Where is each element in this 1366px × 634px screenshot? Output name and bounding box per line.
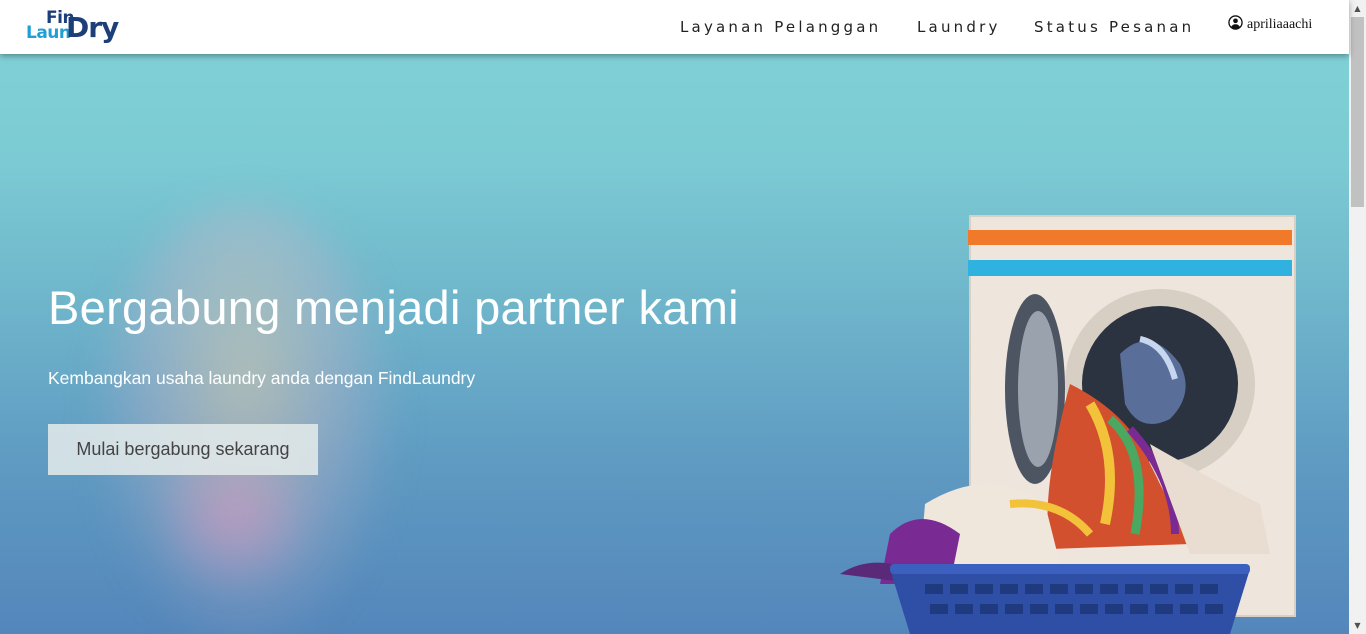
hero-section: Bergabung menjadi partner kami Kembangka… [0,54,1349,634]
username-label: apriliaaachi [1247,17,1313,32]
nav-link-layanan-pelanggan[interactable]: Layanan Pelanggan [680,18,881,38]
hero-title: Bergabung menjadi partner kami [48,281,739,334]
logo-text-dry: Dry [66,11,119,44]
laundry-basket-rim [890,564,1250,574]
nav-link-laundry[interactable]: Laundry [917,18,1001,38]
washing-machine-illustration [840,215,1296,634]
laundry-basket [890,569,1250,634]
nav-link-status-pesanan[interactable]: Status Pesanan [1034,18,1194,38]
findlaundry-logo[interactable]: Fin Laun Dry [26,8,146,46]
orange-stripe [968,230,1292,245]
scrollbar-thumb[interactable] [1351,17,1364,207]
scroll-down-arrow-icon[interactable]: ▼ [1349,617,1366,634]
join-now-button[interactable]: Mulai bergabung sekarang [48,424,318,475]
hero-subtitle: Kembangkan usaha laundry anda dengan Fin… [48,368,476,388]
top-navbar: Fin Laun Dry Layanan Pelanggan Laundry S… [0,0,1349,54]
blue-stripe [968,260,1292,276]
user-circle-icon [1228,15,1243,35]
page-scrollbar[interactable]: ▲ ▼ [1349,0,1366,634]
machine-door-glass [1018,311,1058,467]
user-menu[interactable]: apriliaaachi [1228,15,1312,35]
logo-text-laun: Laun [26,23,71,43]
scroll-up-arrow-icon[interactable]: ▲ [1349,0,1366,17]
